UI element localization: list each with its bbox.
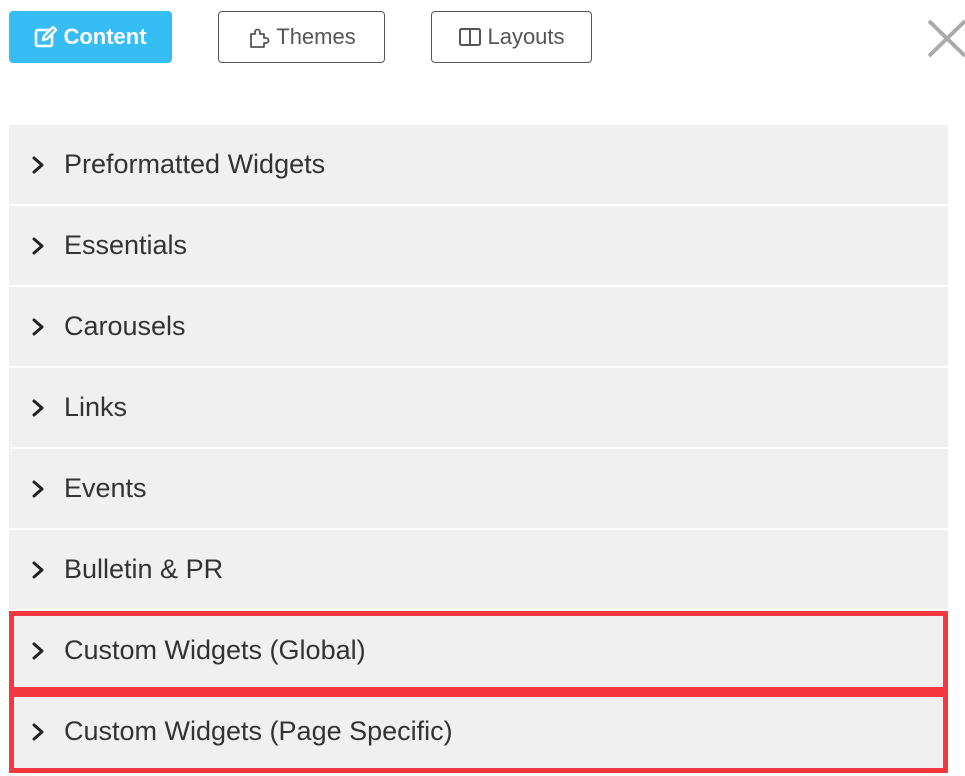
category-links[interactable]: Links <box>9 368 948 449</box>
category-label: Custom Widgets (Page Specific) <box>64 716 453 746</box>
category-custom-widgets-page-specific[interactable]: Custom Widgets (Page Specific) <box>9 692 948 773</box>
chevron-right-icon <box>32 723 44 740</box>
chevron-right-icon <box>32 156 44 173</box>
columns-icon <box>459 28 482 46</box>
widget-category-list: Preformatted Widgets Essentials Carousel… <box>9 125 948 773</box>
chevron-right-icon <box>32 561 44 578</box>
chevron-right-icon <box>32 399 44 416</box>
tab-content-label: Content <box>63 24 147 49</box>
category-custom-widgets-global[interactable]: Custom Widgets (Global) <box>9 611 948 692</box>
chevron-right-icon <box>32 318 44 335</box>
chevron-right-icon <box>32 237 44 254</box>
close-icon <box>927 19 965 58</box>
category-label: Links <box>64 392 128 422</box>
editor-toolbar: Content Themes Layouts <box>0 0 965 80</box>
category-label: Preformatted Widgets <box>64 149 326 179</box>
category-essentials[interactable]: Essentials <box>9 206 948 287</box>
tab-themes[interactable]: Themes <box>218 11 385 63</box>
category-label: Bulletin & PR <box>64 554 224 584</box>
category-events[interactable]: Events <box>9 449 948 530</box>
category-carousels[interactable]: Carousels <box>9 287 948 368</box>
close-button[interactable] <box>926 18 965 58</box>
category-label: Events <box>64 473 147 503</box>
category-bulletin-pr[interactable]: Bulletin & PR <box>9 530 948 611</box>
category-label: Carousels <box>64 311 186 341</box>
category-preformatted-widgets[interactable]: Preformatted Widgets <box>9 125 948 206</box>
category-label: Essentials <box>64 230 188 260</box>
tab-layouts[interactable]: Layouts <box>431 11 592 63</box>
tab-layouts-label: Layouts <box>487 24 565 49</box>
chevron-right-icon <box>32 642 44 659</box>
chevron-right-icon <box>32 480 44 497</box>
category-label: Custom Widgets (Global) <box>64 635 366 665</box>
tab-content[interactable]: Content <box>9 11 172 63</box>
edit-icon <box>35 26 58 48</box>
tab-themes-label: Themes <box>276 24 356 49</box>
puzzle-icon <box>250 28 270 48</box>
